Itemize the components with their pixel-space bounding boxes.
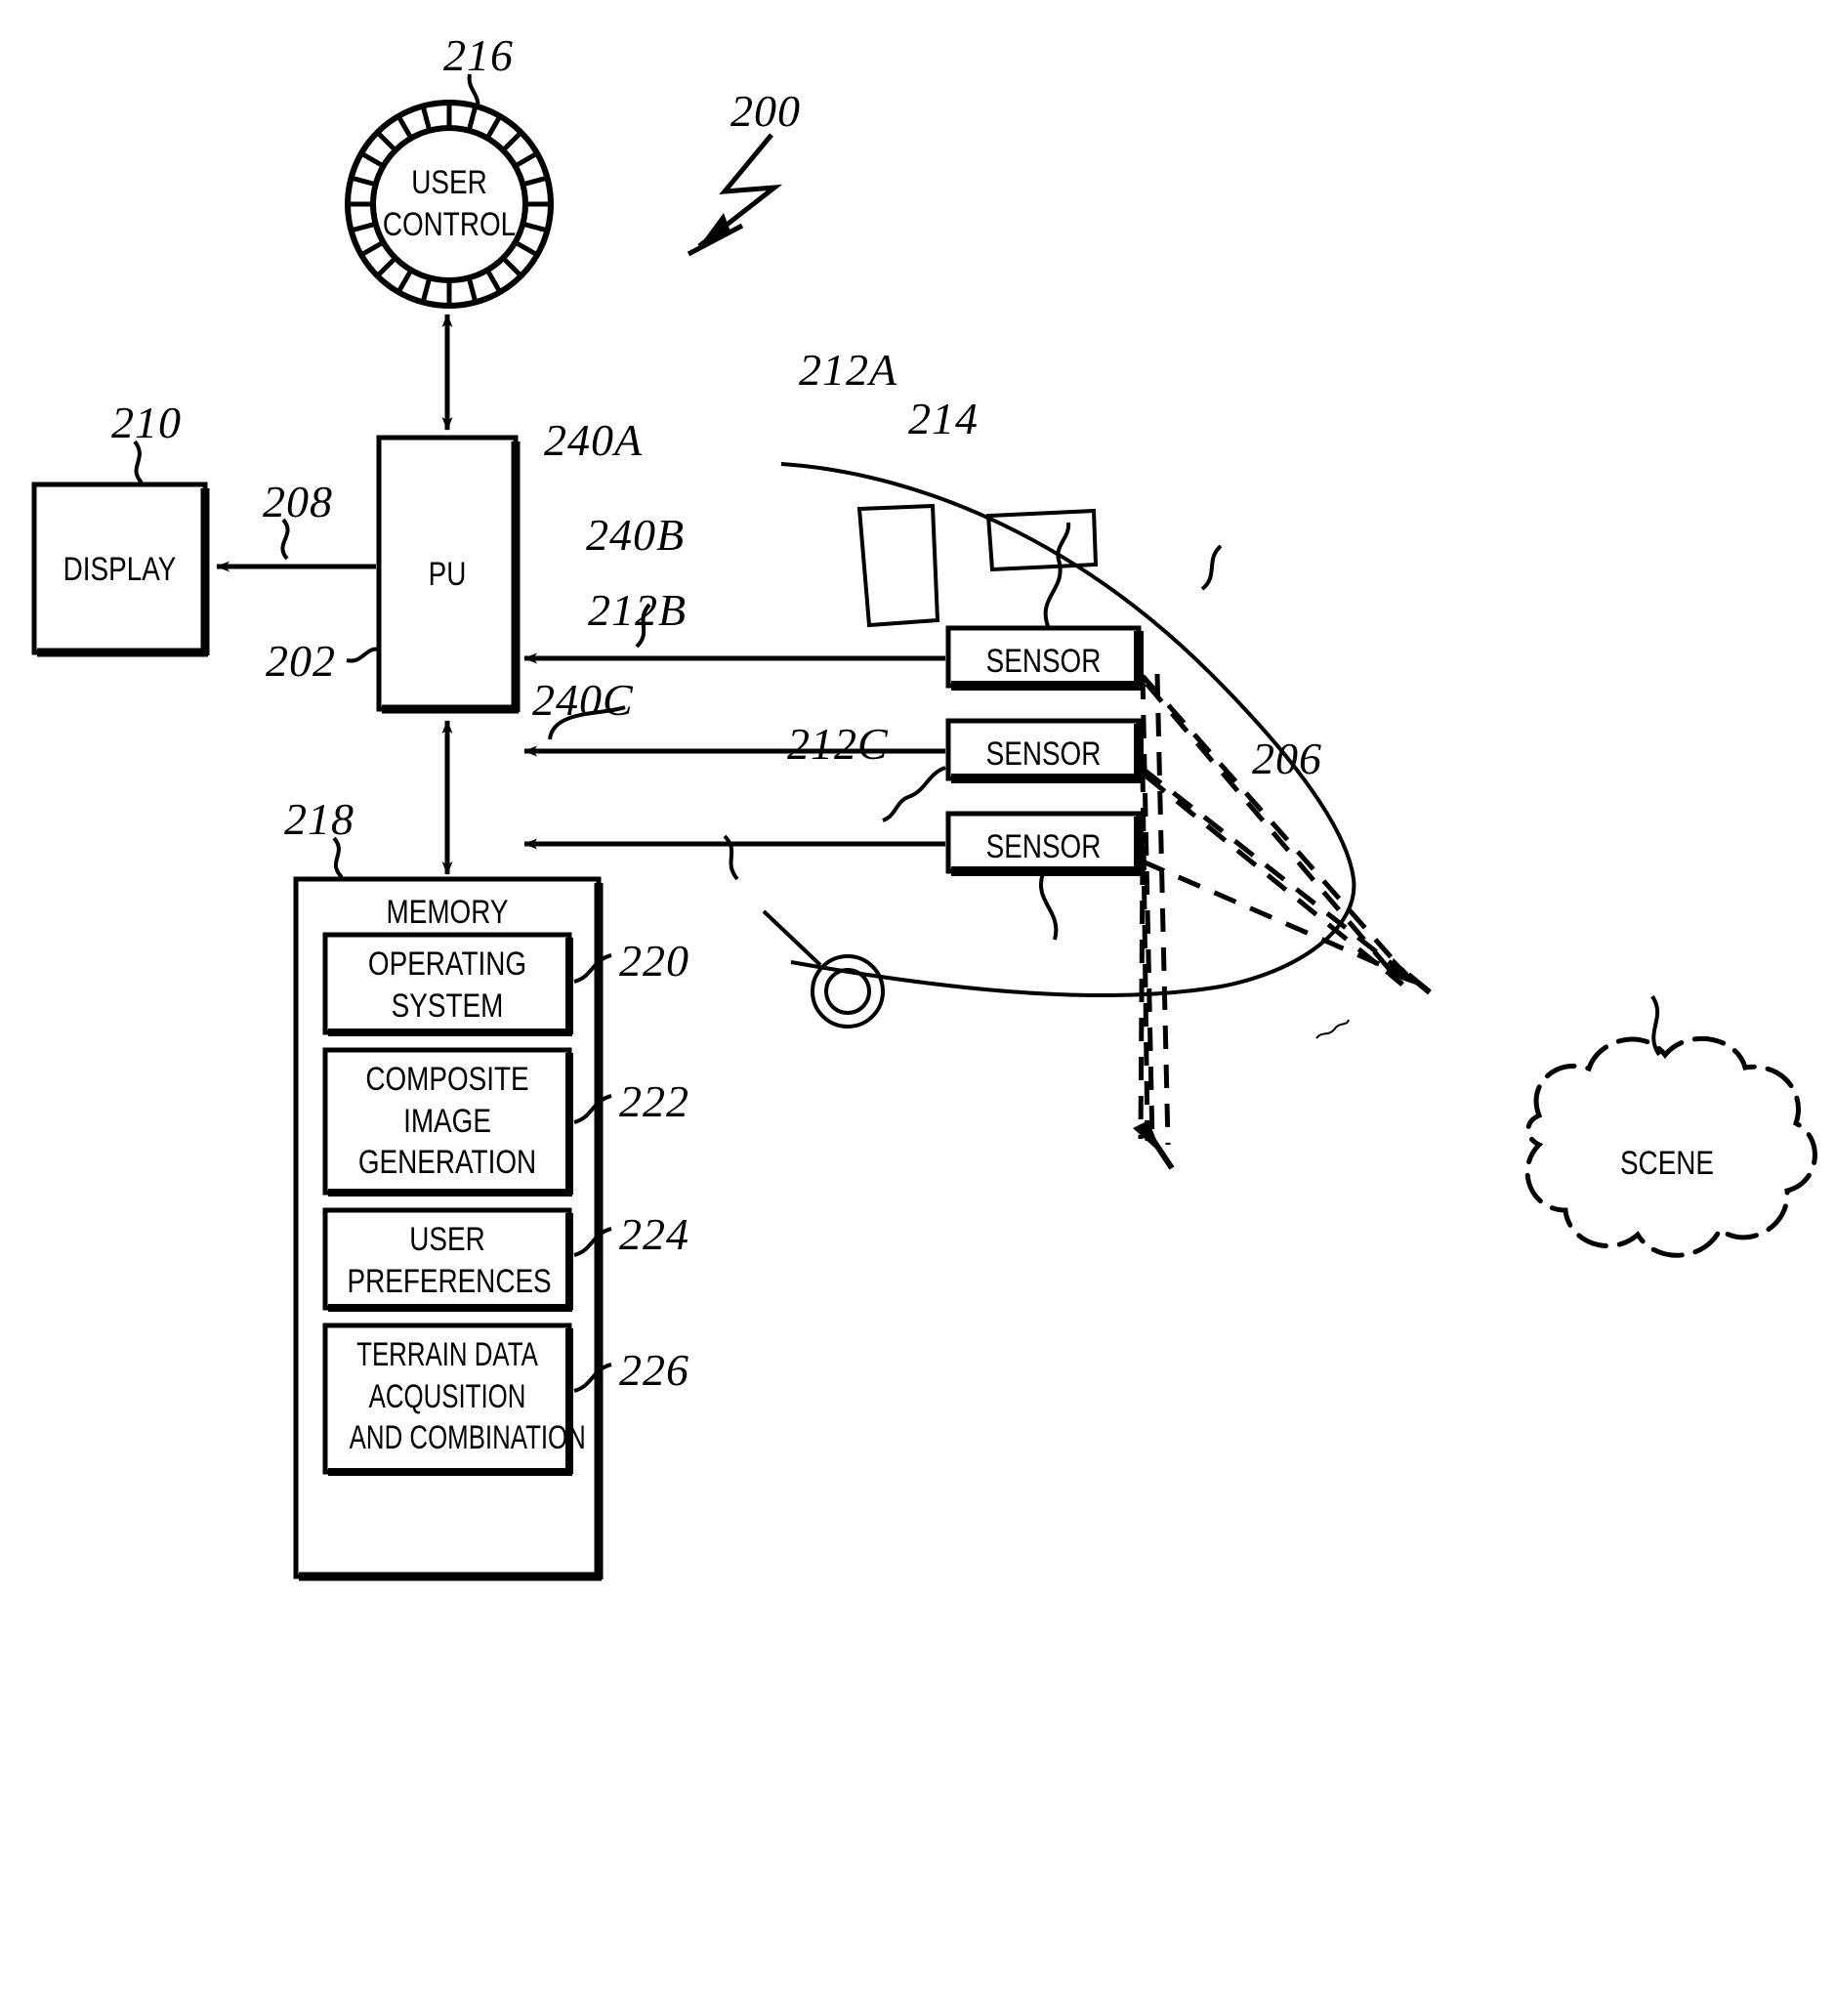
figure-canvas	[31, 73, 1817, 1581]
ref-240C: 240C	[532, 675, 634, 725]
memory-module-line: OPERATING	[367, 945, 527, 983]
memory-module-label: COMPOSITE IMAGE GENERATION	[348, 1059, 548, 1184]
figure-overall-pointer	[687, 133, 783, 257]
pu-label: PU	[428, 556, 467, 593]
memory-module-line: COMPOSITE	[365, 1061, 529, 1098]
ref-216: 216	[443, 30, 514, 80]
ref-218: 218	[284, 794, 354, 844]
memory-module-line: TERRAIN DATA	[356, 1336, 538, 1373]
ref-212B: 212B	[588, 585, 688, 635]
memory-module-line: AND COMBINATION	[349, 1419, 586, 1456]
sensor-label: SENSOR	[985, 643, 1102, 680]
ref-240B: 240B	[586, 510, 686, 560]
ref-202: 202	[266, 636, 336, 686]
ref-224: 224	[619, 1209, 689, 1259]
ref-210: 210	[111, 398, 182, 447]
memory-module-line: PREFERENCES	[347, 1262, 552, 1300]
sensor-label: SENSOR	[985, 828, 1102, 865]
memory-module-label: OPERATING SYSTEM	[348, 944, 548, 1027]
memory-module-label: USER PREFERENCES	[347, 1219, 552, 1302]
ref-212C: 212C	[787, 719, 889, 769]
ref-226: 226	[619, 1345, 689, 1395]
ref-200: 200	[730, 86, 801, 136]
memory-module-label: TERRAIN DATA ACQUSITION AND COMBINATION	[349, 1334, 586, 1459]
patent-figure-2: 216 200 210 208 202 218 240A 240B 240C 2…	[0, 0, 1835, 2016]
memory-module-line: USER	[409, 1221, 485, 1258]
memory-module-line: ACQUSITION	[368, 1377, 526, 1415]
user-control-label: USER CONTROL	[369, 162, 529, 245]
ref-208: 208	[263, 477, 333, 526]
ref-212A: 212A	[799, 345, 898, 395]
user-control-label-line1: USER	[411, 164, 487, 201]
ref-214: 214	[908, 394, 979, 443]
ref-222: 222	[619, 1076, 689, 1126]
ref-220: 220	[619, 936, 689, 986]
ref-206: 206	[1252, 734, 1322, 783]
memory-module-line: GENERATION	[357, 1144, 537, 1181]
sensor-label: SENSOR	[985, 735, 1102, 773]
memory-module-line: SYSTEM	[391, 987, 504, 1025]
memory-label: MEMORY	[386, 894, 509, 931]
user-control-label-line2: CONTROL	[382, 205, 517, 243]
display-label: DISPLAY	[63, 551, 177, 588]
memory-module-line: IMAGE	[403, 1102, 491, 1140]
scene-label: SCENE	[1619, 1145, 1715, 1182]
ref-240A: 240A	[544, 415, 644, 465]
